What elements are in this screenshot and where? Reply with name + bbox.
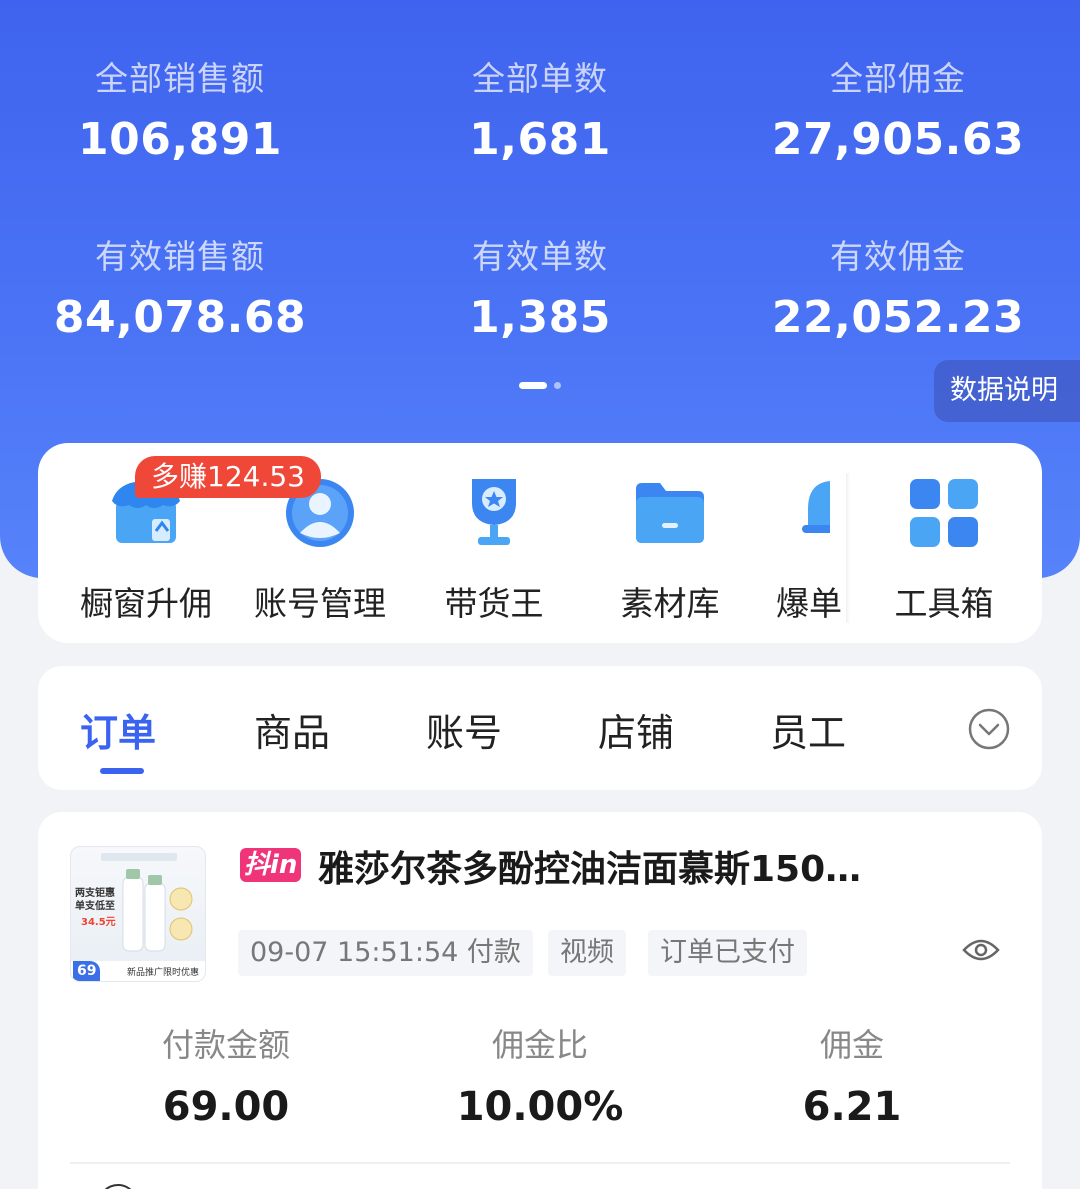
stat-value: 27,905.63 — [771, 114, 1025, 165]
trophy-icon — [454, 473, 534, 553]
stat-label: 有效佣金 — [830, 237, 966, 276]
grid-icon — [904, 473, 984, 553]
eye-icon[interactable] — [962, 936, 1000, 964]
metric-label: 佣金 — [819, 1026, 884, 1064]
order-status-chip: 订单已支付 — [648, 930, 807, 976]
stat-valid-sales[interactable]: 有效销售额 84,078.68 — [10, 230, 350, 343]
thumbnail-promo-text: 新品推广限时优惠 — [127, 968, 200, 978]
stat-label: 有效单数 — [472, 237, 608, 276]
category-tabs: 订单 商品 账号 店铺 员工 — [38, 666, 1042, 790]
thumbnail-price-caption: 34.5元 — [81, 917, 116, 928]
metric-label: 佣金比 — [491, 1026, 588, 1064]
tool-top-seller[interactable]: 带货王 — [414, 473, 574, 625]
chevron-down-icon[interactable] — [968, 708, 1010, 750]
stat-value: 84,078.68 — [53, 292, 307, 343]
thumbnail-price-tag: 69 — [73, 961, 101, 981]
bell-icon — [790, 473, 830, 553]
metric-commission-rate: 佣金比 10.00% — [390, 1020, 690, 1130]
stat-value: 1,385 — [469, 292, 611, 343]
tool-material-library[interactable]: 素材库 — [590, 473, 750, 625]
folder-icon — [630, 473, 710, 553]
douyin-platform-badge: 抖in — [240, 848, 302, 882]
tool-hot-orders[interactable]: 爆单 — [730, 473, 850, 625]
card-divider — [70, 1162, 1010, 1164]
tab-staff[interactable]: 员工 — [770, 702, 846, 757]
payment-time-chip: 09-07 15:51:54 付款 — [238, 930, 533, 976]
stat-valid-orders[interactable]: 有效单数 1,385 — [370, 230, 710, 343]
metric-payment-amount: 付款金额 69.00 — [76, 1020, 376, 1130]
stat-value: 106,891 — [78, 114, 282, 165]
active-tab-indicator — [100, 768, 144, 774]
extra-earn-badge: 多赚124.53 — [135, 456, 321, 498]
data-explanation-button[interactable]: 数据说明 — [934, 360, 1080, 422]
order-card[interactable]: 两支钜惠 单支低至 34.5元 69 新品推广限时优惠 抖in 雅莎尔茶多酚控油洁… — [38, 812, 1042, 1189]
tool-label: 橱窗升佣 — [80, 584, 212, 623]
tab-stores[interactable]: 店铺 — [598, 702, 674, 757]
next-item-icon — [98, 1184, 138, 1189]
stat-label: 全部销售额 — [95, 59, 265, 98]
thumbnail-caption: 两支钜惠 单支低至 — [75, 888, 115, 912]
stat-value: 1,681 — [469, 114, 611, 165]
scroll-edge-shadow — [846, 473, 850, 623]
tool-label: 爆单 — [776, 584, 842, 623]
stat-label: 全部佣金 — [830, 59, 966, 98]
carousel-dot — [554, 382, 561, 389]
tab-orders[interactable]: 订单 — [80, 702, 156, 757]
tool-toolbox[interactable]: 工具箱 — [864, 473, 1024, 625]
product-title[interactable]: 雅莎尔茶多酚控油洁面慕斯150… — [318, 840, 861, 892]
tool-label: 带货王 — [444, 584, 544, 623]
stat-value: 22,052.23 — [771, 292, 1025, 343]
metric-commission: 佣金 6.21 — [702, 1020, 1002, 1130]
metric-value: 10.00% — [456, 1084, 624, 1130]
tool-label: 工具箱 — [894, 584, 994, 623]
source-chip: 视频 — [548, 930, 626, 976]
stat-label: 全部单数 — [472, 59, 608, 98]
stat-valid-commission[interactable]: 有效佣金 22,052.23 — [728, 230, 1068, 343]
tab-products[interactable]: 商品 — [254, 702, 330, 757]
carousel-dot-active — [519, 382, 547, 389]
product-thumbnail[interactable]: 两支钜惠 单支低至 34.5元 69 新品推广限时优惠 — [70, 846, 206, 982]
metric-label: 付款金额 — [161, 1026, 290, 1064]
stat-total-sales[interactable]: 全部销售额 106,891 — [10, 52, 350, 165]
metric-value: 6.21 — [802, 1084, 902, 1130]
tab-accounts[interactable]: 账号 — [426, 702, 502, 757]
tool-label: 账号管理 — [254, 584, 386, 623]
tool-label: 素材库 — [620, 584, 720, 623]
metric-value: 69.00 — [162, 1084, 290, 1130]
stat-total-orders[interactable]: 全部单数 1,681 — [370, 52, 710, 165]
stat-label: 有效销售额 — [95, 237, 265, 276]
stat-total-commission[interactable]: 全部佣金 27,905.63 — [728, 52, 1068, 165]
